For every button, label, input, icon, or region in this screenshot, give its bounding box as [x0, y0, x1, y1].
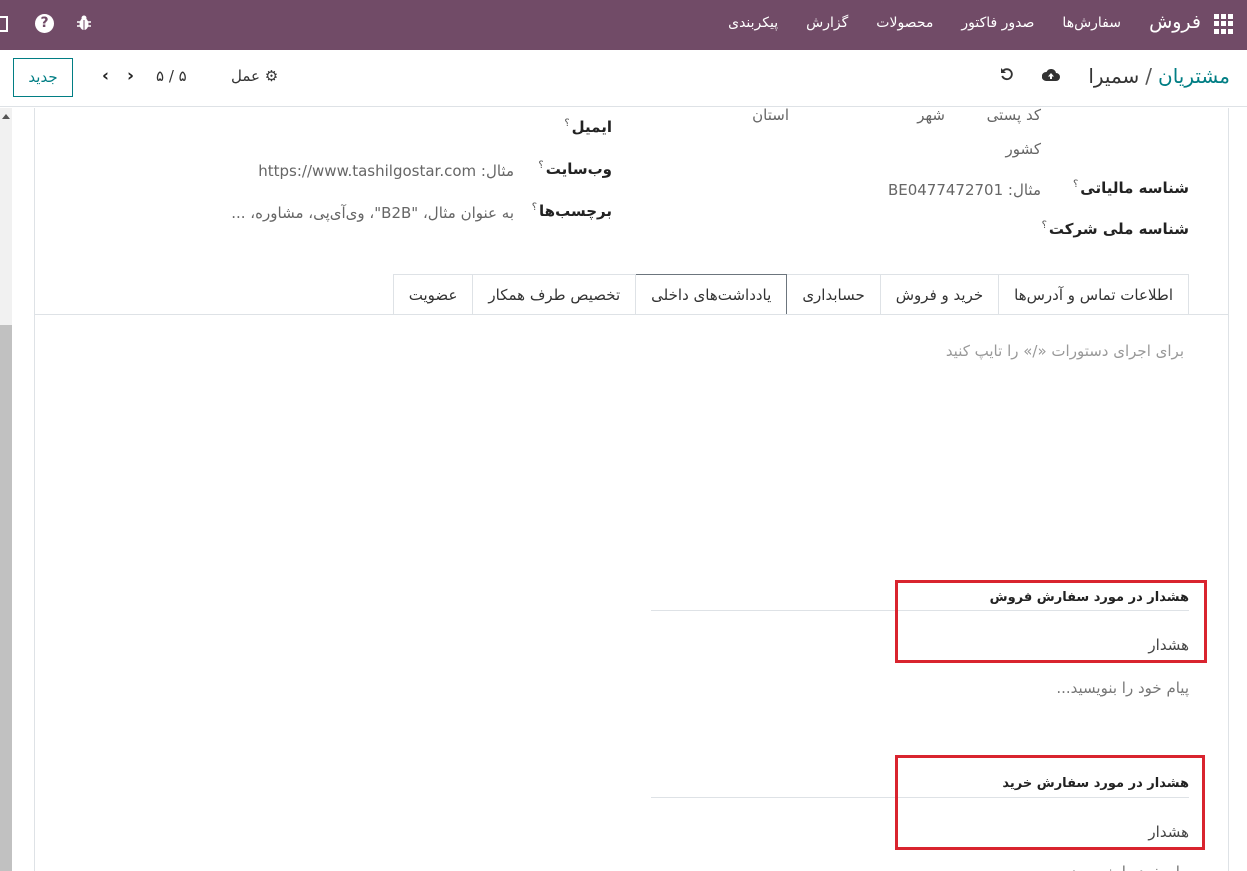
tab-sales-purchase[interactable]: خرید و فروش	[879, 274, 1000, 315]
help-tooltip-icon[interactable]: ؟	[538, 160, 543, 171]
city-input[interactable]: شهر	[917, 106, 945, 124]
chevron-left-icon[interactable]: ‹	[102, 66, 109, 86]
gear-icon: ⚙	[264, 67, 279, 85]
help-tooltip-icon[interactable]: ؟	[532, 202, 537, 213]
help-tooltip-icon[interactable]: ؟	[564, 118, 569, 129]
top-navbar: فروش سفارش‌ها صدور فاکتور محصولات گزارش …	[0, 0, 1247, 50]
state-input[interactable]: استان	[752, 106, 789, 124]
chat-icon[interactable]	[0, 16, 8, 32]
company-id-label: شناسه ملی شرکت؟	[1041, 220, 1189, 238]
notebook-tabs: اطلاعات تماس و آدرس‌ها خرید و فروش حسابد…	[392, 274, 1189, 315]
breadcrumb-current: سمیرا	[1088, 64, 1140, 88]
breadcrumb: مشتریان/سمیرا	[1088, 64, 1230, 88]
tabs-divider	[35, 314, 1228, 315]
purchase-warning-message-input[interactable]: پیام خود را بنویسید...	[1056, 863, 1189, 871]
tab-accounting[interactable]: حسابداری	[786, 274, 881, 315]
breadcrumb-separator: /	[1145, 64, 1153, 88]
menu-item-reporting[interactable]: گزارش	[806, 15, 848, 31]
app-brand[interactable]: فروش	[1149, 11, 1201, 33]
tab-membership[interactable]: عضویت	[392, 274, 474, 315]
help-tooltip-icon[interactable]: ؟	[1073, 179, 1078, 190]
app-menu-icon[interactable]	[1213, 14, 1233, 34]
save-cloud-icon[interactable]	[1041, 67, 1060, 81]
vat-label: شناسه مالیاتی؟	[1072, 179, 1189, 197]
website-label: وب‌سایت؟	[538, 160, 612, 178]
chevron-right-icon[interactable]: ›	[127, 66, 134, 86]
pager-value[interactable]: ۵ / ۵	[156, 67, 187, 85]
discard-icon[interactable]	[999, 66, 1015, 82]
help-tooltip-icon[interactable]: ؟	[1042, 220, 1047, 231]
tab-partner-assignment[interactable]: تخصیص طرف همکار	[472, 274, 637, 315]
help-icon[interactable]: ?	[35, 14, 54, 33]
breadcrumb-parent[interactable]: مشتریان	[1158, 64, 1230, 88]
highlight-box	[895, 755, 1205, 850]
scrollbar[interactable]	[0, 108, 12, 871]
notes-editor[interactable]: برای اجرای دستورات «/» را تایپ کنید	[946, 342, 1184, 360]
new-button[interactable]: جدید	[13, 58, 73, 97]
menu-item-configuration[interactable]: پیکربندی	[728, 15, 778, 31]
action-label: عمل	[231, 67, 260, 85]
zip-input[interactable]: کد پستی	[987, 106, 1041, 124]
tab-contacts-addresses[interactable]: اطلاعات تماس و آدرس‌ها	[998, 274, 1189, 315]
menu-item-products[interactable]: محصولات	[876, 15, 933, 31]
tab-internal-notes[interactable]: یادداشت‌های داخلی	[635, 274, 788, 315]
scroll-up-icon[interactable]	[2, 114, 10, 119]
sale-warning-message-input[interactable]: پیام خود را بنویسید...	[1056, 679, 1189, 697]
tags-label: برچسب‌ها؟	[531, 202, 612, 220]
main-menu: سفارش‌ها صدور فاکتور محصولات گزارش پیکرب…	[728, 15, 1121, 31]
country-input[interactable]: کشور	[1005, 140, 1041, 158]
vat-input[interactable]: مثال: BE0477472701	[888, 181, 1041, 199]
highlight-box	[895, 580, 1207, 663]
menu-item-invoicing[interactable]: صدور فاکتور	[961, 15, 1034, 31]
action-menu-button[interactable]: ⚙ عمل	[231, 67, 278, 85]
debug-icon[interactable]	[76, 14, 92, 32]
menu-item-orders[interactable]: سفارش‌ها	[1062, 15, 1121, 31]
scrollbar-thumb[interactable]	[0, 325, 12, 871]
tags-input[interactable]: به عنوان مثال، "B2B"، وی‌آی‌پی، مشاوره، …	[231, 204, 514, 222]
email-label: ایمیل؟	[564, 118, 612, 136]
website-input[interactable]: مثال: https://www.tashilgostar.com	[258, 162, 514, 180]
